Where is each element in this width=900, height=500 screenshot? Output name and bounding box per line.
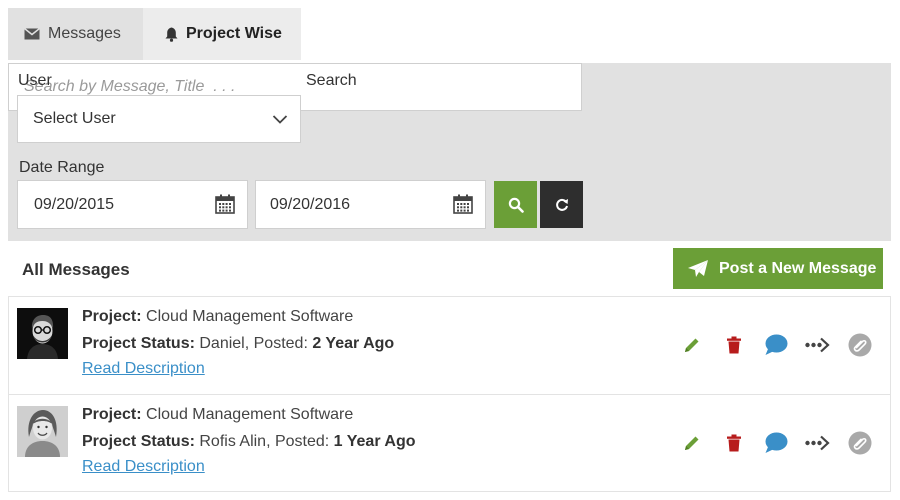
tab-project-wise-label: Project Wise (186, 25, 282, 42)
search-label: Search (306, 72, 357, 89)
user-select-value: Select User (33, 110, 116, 127)
project-label: Project: (82, 308, 142, 325)
search-icon (508, 197, 524, 213)
user-label: User (18, 72, 52, 89)
reset-button[interactable] (540, 181, 583, 228)
date-to-value: 09/20/2016 (270, 195, 351, 213)
attach-button[interactable] (839, 333, 881, 357)
project-status-line: Project Status: Rofis Alin, Posted: 1 Ye… (82, 433, 416, 451)
messages-list-header: All Messages Post a New Message (8, 242, 891, 297)
date-from-field[interactable]: 09/20/2015 (17, 180, 248, 229)
edit-button[interactable] (671, 333, 713, 357)
forward-button[interactable] (797, 333, 839, 357)
delete-button[interactable] (713, 431, 755, 455)
paperclip-icon (848, 333, 872, 357)
tab-project-wise[interactable]: Project Wise (143, 8, 301, 60)
project-status-text: Rofis Alin, Posted: (199, 433, 330, 450)
read-description-link[interactable]: Read Description (82, 360, 205, 377)
date-to-field[interactable]: 09/20/2016 (255, 180, 486, 229)
all-messages-title: All Messages (22, 260, 130, 279)
avatar (17, 308, 68, 359)
project-name: Cloud Management Software (146, 308, 354, 325)
post-new-message-label: Post a New Message (719, 259, 877, 277)
read-description-link[interactable]: Read Description (82, 458, 205, 475)
project-status-label: Project Status: (82, 433, 195, 450)
tab-messages[interactable]: Messages (8, 8, 143, 60)
filter-panel: User Search Select User Date Range 09/20… (8, 63, 891, 241)
project-status-text: Daniel, Posted: (199, 335, 308, 352)
comment-icon (765, 334, 788, 355)
user-select[interactable]: Select User (17, 95, 301, 143)
tab-messages-label: Messages (48, 25, 121, 42)
forward-arrow-icon (805, 435, 830, 451)
forward-arrow-icon (805, 337, 830, 353)
calendar-icon[interactable] (453, 194, 473, 214)
project-line: Project: Cloud Management Software (82, 406, 353, 424)
project-label: Project: (82, 406, 142, 423)
bell-icon (165, 27, 178, 42)
trash-icon (727, 434, 741, 452)
envelope-icon (24, 28, 40, 40)
search-button[interactable] (494, 181, 537, 228)
delete-button[interactable] (713, 333, 755, 357)
project-status-label: Project Status: (82, 335, 195, 352)
forward-button[interactable] (797, 431, 839, 455)
message-row: Project: Cloud Management Software Proje… (8, 395, 891, 493)
message-actions (671, 431, 881, 455)
refresh-icon (555, 198, 568, 211)
comment-button[interactable] (755, 333, 797, 357)
project-line: Project: Cloud Management Software (82, 308, 353, 326)
message-row: Project: Cloud Management Software Proje… (8, 297, 891, 395)
edit-button[interactable] (671, 431, 713, 455)
read-line: Read Description (82, 458, 205, 476)
posted-time: 1 Year Ago (333, 433, 416, 450)
date-from-value: 09/20/2015 (34, 195, 115, 213)
attach-button[interactable] (839, 431, 881, 455)
posted-time: 2 Year Ago (312, 335, 395, 352)
tab-bar: Messages Project Wise (8, 8, 301, 60)
pencil-icon (685, 338, 699, 352)
date-range-label: Date Range (19, 159, 105, 176)
paperclip-icon (848, 431, 872, 455)
project-name: Cloud Management Software (146, 406, 354, 423)
read-line: Read Description (82, 360, 205, 378)
message-actions (671, 333, 881, 357)
post-new-message-button[interactable]: Post a New Message (673, 248, 883, 289)
project-status-line: Project Status: Daniel, Posted: 2 Year A… (82, 335, 394, 353)
chevron-down-icon (272, 115, 288, 124)
pencil-icon (685, 436, 699, 450)
calendar-icon[interactable] (215, 194, 235, 214)
comment-button[interactable] (755, 431, 797, 455)
trash-icon (727, 336, 741, 354)
avatar (17, 406, 68, 457)
paper-plane-icon (688, 259, 708, 277)
comment-icon (765, 432, 788, 453)
